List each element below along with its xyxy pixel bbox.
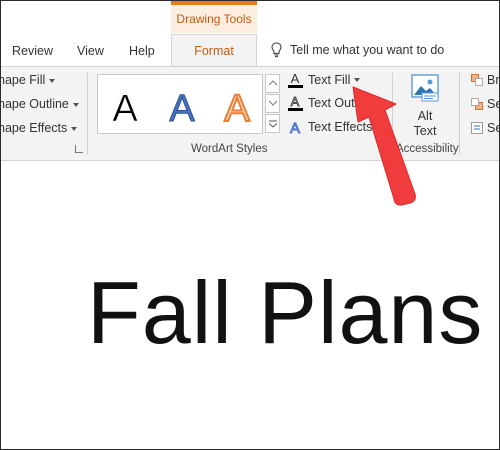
app-window: Drawing Tools Review View Help Format Te… <box>0 0 500 450</box>
annotation-arrow-icon <box>352 86 416 206</box>
